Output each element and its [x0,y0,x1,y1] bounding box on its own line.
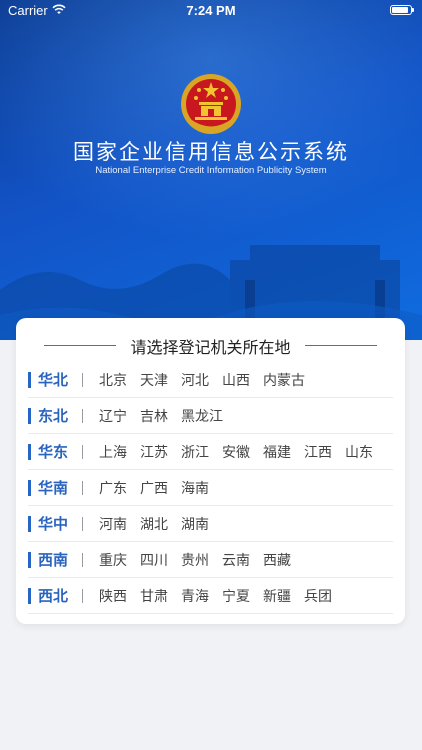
region-name: 华北 [38,371,69,389]
region-accent-bar [28,551,31,568]
province-link[interactable]: 四川 [140,550,168,570]
region-separator [82,372,83,387]
region-separator [82,588,83,603]
province-link[interactable]: 辽宁 [99,406,127,426]
region-name: 东北 [38,407,69,425]
region-name: 西北 [38,587,69,605]
province-link[interactable]: 吉林 [140,406,168,426]
province-link[interactable]: 甘肃 [140,586,168,606]
region-row: 西南 重庆 四川 贵州 云南 西藏 [28,542,393,578]
region-accent-bar [28,515,31,532]
region-accent-bar [28,443,31,460]
province-link[interactable]: 云南 [222,550,250,570]
region-accent-bar [28,587,31,604]
app-title: 国家企业信用信息公示系统 [73,140,349,164]
region-name: 西南 [38,551,69,569]
region-accent-bar [28,407,31,424]
status-time: 7:24 PM [186,3,236,18]
region-row: 东北 辽宁 吉林 黑龙江 [28,398,393,434]
region-separator [82,480,83,495]
region-separator [82,444,83,459]
battery-icon [390,5,414,15]
province-link[interactable]: 北京 [99,370,127,390]
province-link[interactable]: 黑龙江 [181,406,223,426]
region-list: 华北 北京 天津 河北 山西 内蒙古东北 辽宁 吉林 黑龙江华东 上海 江苏 浙江 安徽 福建 江西 山东华南… [16,362,405,614]
region-select-card: 请选择登记机关所在地 华北 北京 天津 河北 山西 内蒙古东北 辽宁 吉林 黑龙江华东 上海 江苏浙… [16,318,405,624]
province-link[interactable]: 安徽 [222,442,250,462]
title-divider-right [305,345,377,346]
region-row: 西北 陕西 甘肃 青海 宁夏 新疆 兵团 [28,578,393,614]
province-link[interactable]: 福建 [263,442,291,462]
province-link[interactable]: 海南 [181,478,209,498]
province-link[interactable]: 河北 [181,370,209,390]
region-name: 华东 [38,443,69,461]
region-separator [82,408,83,423]
province-link[interactable]: 广东 [99,478,127,498]
province-link[interactable]: 贵州 [181,550,209,570]
region-row: 华中 河南 湖北 湖南 [28,506,393,542]
province-link[interactable]: 湖北 [140,514,168,534]
region-separator [82,552,83,567]
province-link[interactable]: 陕西 [99,586,127,606]
header-banner: 国家企业信用信息公示系统 National Enterprise Credit … [0,0,422,340]
province-link[interactable]: 湖南 [181,514,209,534]
region-row: 华北 北京 天津 河北 山西 内蒙古 [28,362,393,398]
region-accent-bar [28,479,31,496]
app-subtitle: National Enterprise Credit Information P… [95,165,327,176]
province-link[interactable]: 西藏 [263,550,291,570]
province-link[interactable]: 广西 [140,478,168,498]
province-link[interactable]: 宁夏 [222,586,250,606]
province-link[interactable]: 浙江 [181,442,209,462]
card-title: 请选择登记机关所在地 [130,338,291,357]
status-bar: Carrier 7:24 PM [0,0,422,22]
province-link[interactable]: 天津 [140,370,168,390]
province-link[interactable]: 河南 [99,514,127,534]
province-link[interactable]: 重庆 [99,550,127,570]
province-link[interactable]: 兵团 [304,586,332,606]
region-name: 华中 [38,515,69,533]
province-link[interactable]: 山西 [222,370,250,390]
region-separator [82,516,83,531]
region-accent-bar [28,371,31,388]
province-link[interactable]: 上海 [99,442,127,462]
region-row: 华南 广东 广西 海南 [28,470,393,506]
province-link[interactable]: 山东 [345,442,373,462]
region-row: 华东 上海 江苏 浙江 安徽 福建 江西 山东 [28,434,393,470]
province-link[interactable]: 新疆 [263,586,291,606]
national-emblem-icon [181,74,241,134]
card-header: 请选择登记机关所在地 [16,332,405,358]
province-link[interactable]: 青海 [181,586,209,606]
province-link[interactable]: 江苏 [140,442,168,462]
province-link[interactable]: 内蒙古 [263,370,305,390]
region-name: 华南 [38,479,69,497]
province-link[interactable]: 江西 [304,442,332,462]
